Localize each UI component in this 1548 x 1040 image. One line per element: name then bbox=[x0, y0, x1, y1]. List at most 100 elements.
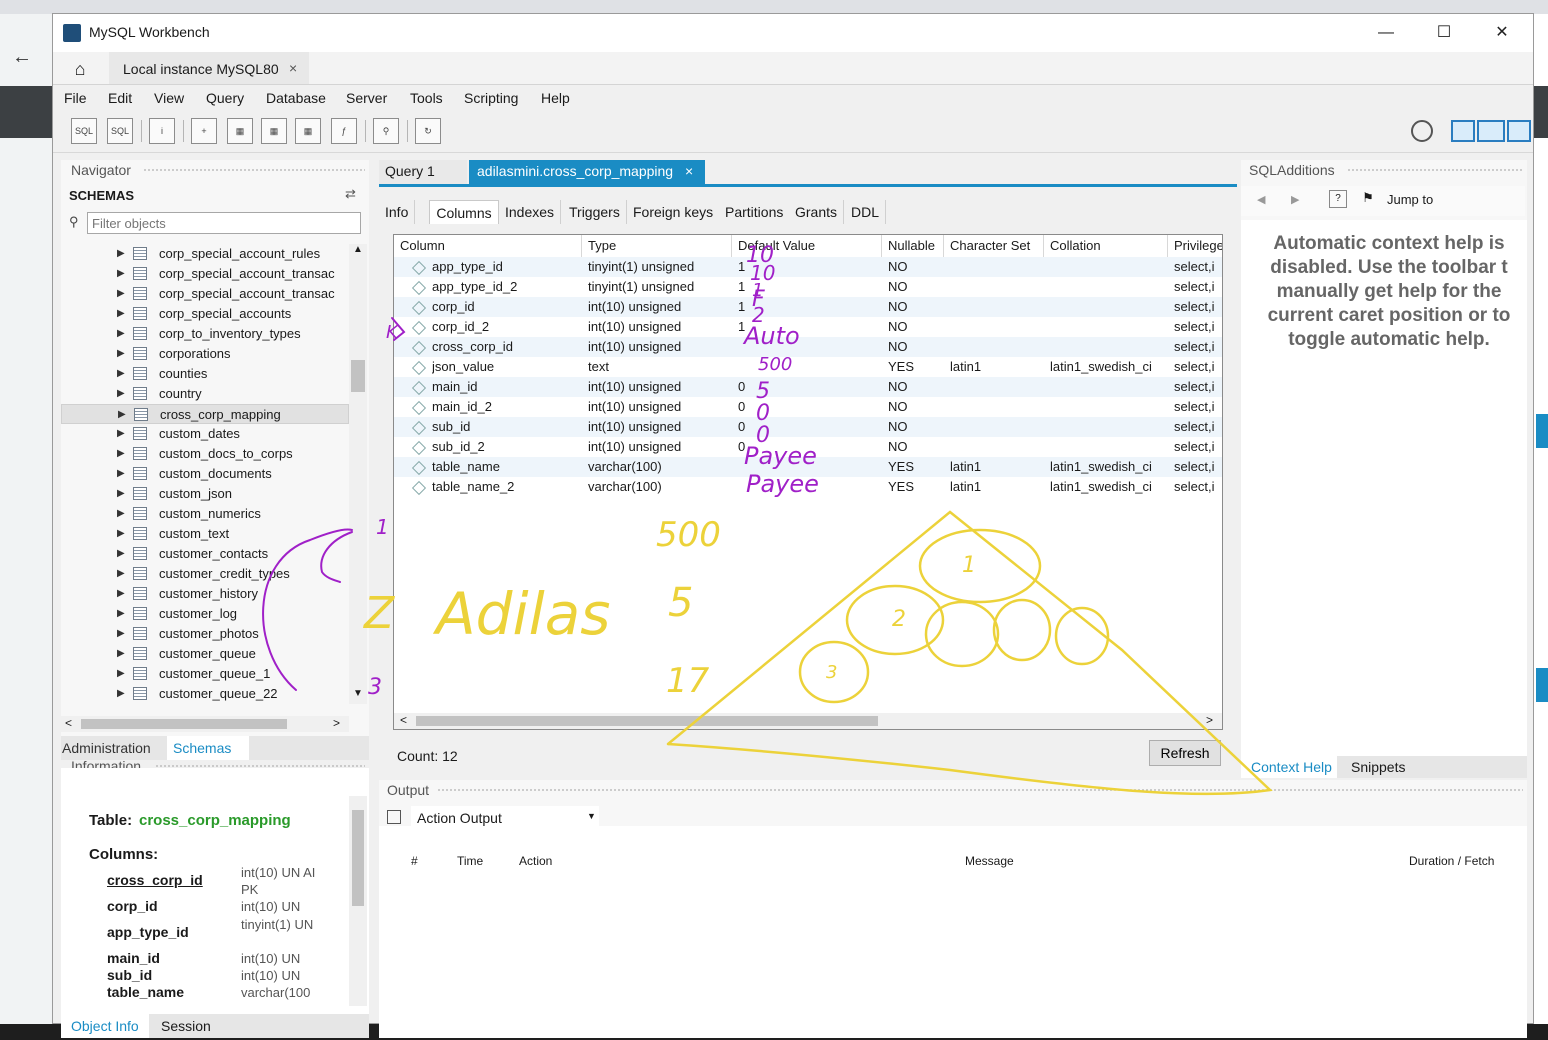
create-function-icon[interactable]: ƒ bbox=[331, 118, 357, 144]
table-row[interactable]: main_id int(10) unsigned 0 NO select,i bbox=[394, 377, 1222, 397]
tab-table-editor[interactable]: adilasmini.cross_corp_mapping × bbox=[469, 160, 705, 184]
maximize-button[interactable]: ☐ bbox=[1421, 20, 1467, 46]
scroll-right-icon[interactable]: > bbox=[1206, 713, 1213, 727]
schema-tree-item[interactable]: ▶ custom_text bbox=[61, 524, 349, 544]
new-sql-tab-icon[interactable]: SQL bbox=[71, 118, 97, 144]
expand-arrow-icon[interactable]: ▶ bbox=[117, 488, 125, 499]
navigator-horizontal-scrollbar[interactable]: < > bbox=[61, 716, 349, 732]
navigator-vertical-scrollbar[interactable]: ▲ ▼ bbox=[349, 244, 367, 704]
schema-tree-item[interactable]: ▶ corp_special_account_rules bbox=[61, 244, 349, 264]
close-tab-icon[interactable]: × bbox=[685, 163, 693, 179]
refresh-button[interactable]: Refresh bbox=[1149, 740, 1221, 766]
expand-arrow-icon[interactable]: ▶ bbox=[117, 368, 125, 379]
schema-tree-item[interactable]: ▶ custom_json bbox=[61, 484, 349, 504]
table-row[interactable]: app_type_id_2 tinyint(1) unsigned 1 NO selec… bbox=[394, 277, 1222, 297]
grid-header-nullable[interactable]: Nullable bbox=[882, 235, 944, 257]
schema-tree-item[interactable]: ▶ customer_photos bbox=[61, 624, 349, 644]
grid-horizontal-scrollbar[interactable]: < > bbox=[394, 713, 1222, 729]
grid-header-type[interactable]: Type bbox=[582, 235, 732, 257]
home-icon[interactable]: ⌂ bbox=[63, 58, 97, 80]
grid-header-charset[interactable]: Character Set bbox=[944, 235, 1044, 257]
table-row[interactable]: table_name_2 varchar(100) YES latin1 latin1_… bbox=[394, 477, 1222, 497]
grid-header-default[interactable]: Default Value bbox=[732, 235, 882, 257]
forward-icon[interactable]: ▶ bbox=[1291, 193, 1299, 206]
tab-snippets[interactable]: Snippets bbox=[1351, 756, 1405, 778]
table-row[interactable]: sub_id int(10) unsigned 0 NO select,i bbox=[394, 417, 1222, 437]
expand-arrow-icon[interactable]: ▶ bbox=[117, 428, 125, 439]
expand-arrow-icon[interactable]: ▶ bbox=[117, 548, 125, 559]
expand-arrow-icon[interactable]: ▶ bbox=[117, 628, 125, 639]
schema-tree-item[interactable]: ▶ custom_documents bbox=[61, 464, 349, 484]
scroll-left-icon[interactable]: < bbox=[65, 716, 72, 730]
refresh-schemas-icon[interactable]: ⇄ bbox=[345, 186, 356, 202]
expand-arrow-icon[interactable]: ▶ bbox=[117, 288, 125, 299]
menu-edit[interactable]: Edit bbox=[108, 90, 132, 106]
schema-tree-item[interactable]: ▶ custom_docs_to_corps bbox=[61, 444, 349, 464]
schema-tree-item[interactable]: ▶ country bbox=[61, 384, 349, 404]
tab-query-1[interactable]: Query 1 bbox=[379, 160, 467, 184]
schema-tree-item[interactable]: ▶ corp_to_inventory_types bbox=[61, 324, 349, 344]
schema-tree-item[interactable]: ▶ customer_contacts bbox=[61, 544, 349, 564]
auto-help-icon[interactable]: ⚑ bbox=[1359, 190, 1377, 208]
expand-arrow-icon[interactable]: ▶ bbox=[118, 409, 126, 420]
tab-object-info[interactable]: Object Info bbox=[61, 1014, 149, 1038]
expand-arrow-icon[interactable]: ▶ bbox=[117, 388, 125, 399]
menu-query[interactable]: Query bbox=[206, 90, 244, 106]
create-schema-icon[interactable]: + bbox=[191, 118, 217, 144]
tab-session[interactable]: Session bbox=[161, 1014, 211, 1038]
manual-help-icon[interactable]: ? bbox=[1329, 190, 1347, 208]
scroll-thumb[interactable] bbox=[351, 360, 365, 392]
expand-arrow-icon[interactable]: ▶ bbox=[117, 648, 125, 659]
menu-server[interactable]: Server bbox=[346, 90, 387, 106]
close-button[interactable]: ✕ bbox=[1479, 20, 1525, 46]
toggle-secondary-sidebar-icon[interactable] bbox=[1507, 120, 1531, 142]
scroll-left-icon[interactable]: < bbox=[400, 713, 407, 727]
table-row[interactable]: app_type_id tinyint(1) unsigned 1 NO select,… bbox=[394, 257, 1222, 277]
scroll-thumb[interactable] bbox=[81, 719, 287, 729]
tab-columns[interactable]: Columns bbox=[429, 200, 499, 224]
inspector-icon[interactable]: i bbox=[149, 118, 175, 144]
expand-arrow-icon[interactable]: ▶ bbox=[117, 468, 125, 479]
schema-tree-item[interactable]: ▶ custom_dates bbox=[61, 424, 349, 444]
tab-indexes[interactable]: Indexes bbox=[499, 200, 562, 224]
expand-arrow-icon[interactable]: ▶ bbox=[117, 608, 125, 619]
output-header-message[interactable]: Message bbox=[965, 854, 1014, 868]
back-icon[interactable]: ◀ bbox=[1257, 193, 1265, 206]
scroll-up-icon[interactable]: ▲ bbox=[353, 244, 363, 255]
create-procedure-icon[interactable]: ▦ bbox=[295, 118, 321, 144]
grid-header-column[interactable]: Column bbox=[394, 235, 582, 257]
expand-arrow-icon[interactable]: ▶ bbox=[117, 328, 125, 339]
menu-scripting[interactable]: Scripting bbox=[464, 90, 518, 106]
create-view-icon[interactable]: ▦ bbox=[261, 118, 287, 144]
expand-arrow-icon[interactable]: ▶ bbox=[117, 668, 125, 679]
expand-arrow-icon[interactable]: ▶ bbox=[117, 348, 125, 359]
copy-icon[interactable] bbox=[387, 810, 401, 824]
scroll-down-icon[interactable]: ▼ bbox=[353, 688, 363, 699]
close-tab-icon[interactable]: × bbox=[289, 60, 297, 76]
output-header-number[interactable]: # bbox=[411, 854, 418, 868]
table-row[interactable]: cross_corp_id int(10) unsigned NO select,i bbox=[394, 337, 1222, 357]
scroll-thumb[interactable] bbox=[416, 716, 878, 726]
output-header-duration[interactable]: Duration / Fetch bbox=[1409, 854, 1494, 868]
expand-arrow-icon[interactable]: ▶ bbox=[117, 568, 125, 579]
schema-tree-item[interactable]: ▶ customer_history bbox=[61, 584, 349, 604]
toggle-sidebar-icon[interactable] bbox=[1451, 120, 1475, 142]
expand-arrow-icon[interactable]: ▶ bbox=[117, 508, 125, 519]
filter-objects-input[interactable] bbox=[88, 213, 360, 233]
menu-help[interactable]: Help bbox=[541, 90, 570, 106]
tab-foreign-keys[interactable]: Foreign keys bbox=[627, 200, 721, 224]
schema-tree-item[interactable]: ▶ customer_log bbox=[61, 604, 349, 624]
menu-view[interactable]: View bbox=[154, 90, 184, 106]
menu-tools[interactable]: Tools bbox=[410, 90, 443, 106]
expand-arrow-icon[interactable]: ▶ bbox=[117, 448, 125, 459]
menu-database[interactable]: Database bbox=[266, 90, 326, 106]
connection-tab[interactable]: Local instance MySQL80 × bbox=[109, 52, 309, 84]
schema-tree-item[interactable]: ▶ corp_special_accounts bbox=[61, 304, 349, 324]
schema-tree-item[interactable]: ▶ corporations bbox=[61, 344, 349, 364]
schema-tree-item[interactable]: ▶ custom_numerics bbox=[61, 504, 349, 524]
tab-grants[interactable]: Grants bbox=[789, 200, 845, 224]
expand-arrow-icon[interactable]: ▶ bbox=[117, 528, 125, 539]
menu-file[interactable]: File bbox=[64, 90, 87, 106]
tab-partitions[interactable]: Partitions bbox=[719, 200, 791, 224]
table-row[interactable]: table_name varchar(100) YES latin1 latin1_sw… bbox=[394, 457, 1222, 477]
